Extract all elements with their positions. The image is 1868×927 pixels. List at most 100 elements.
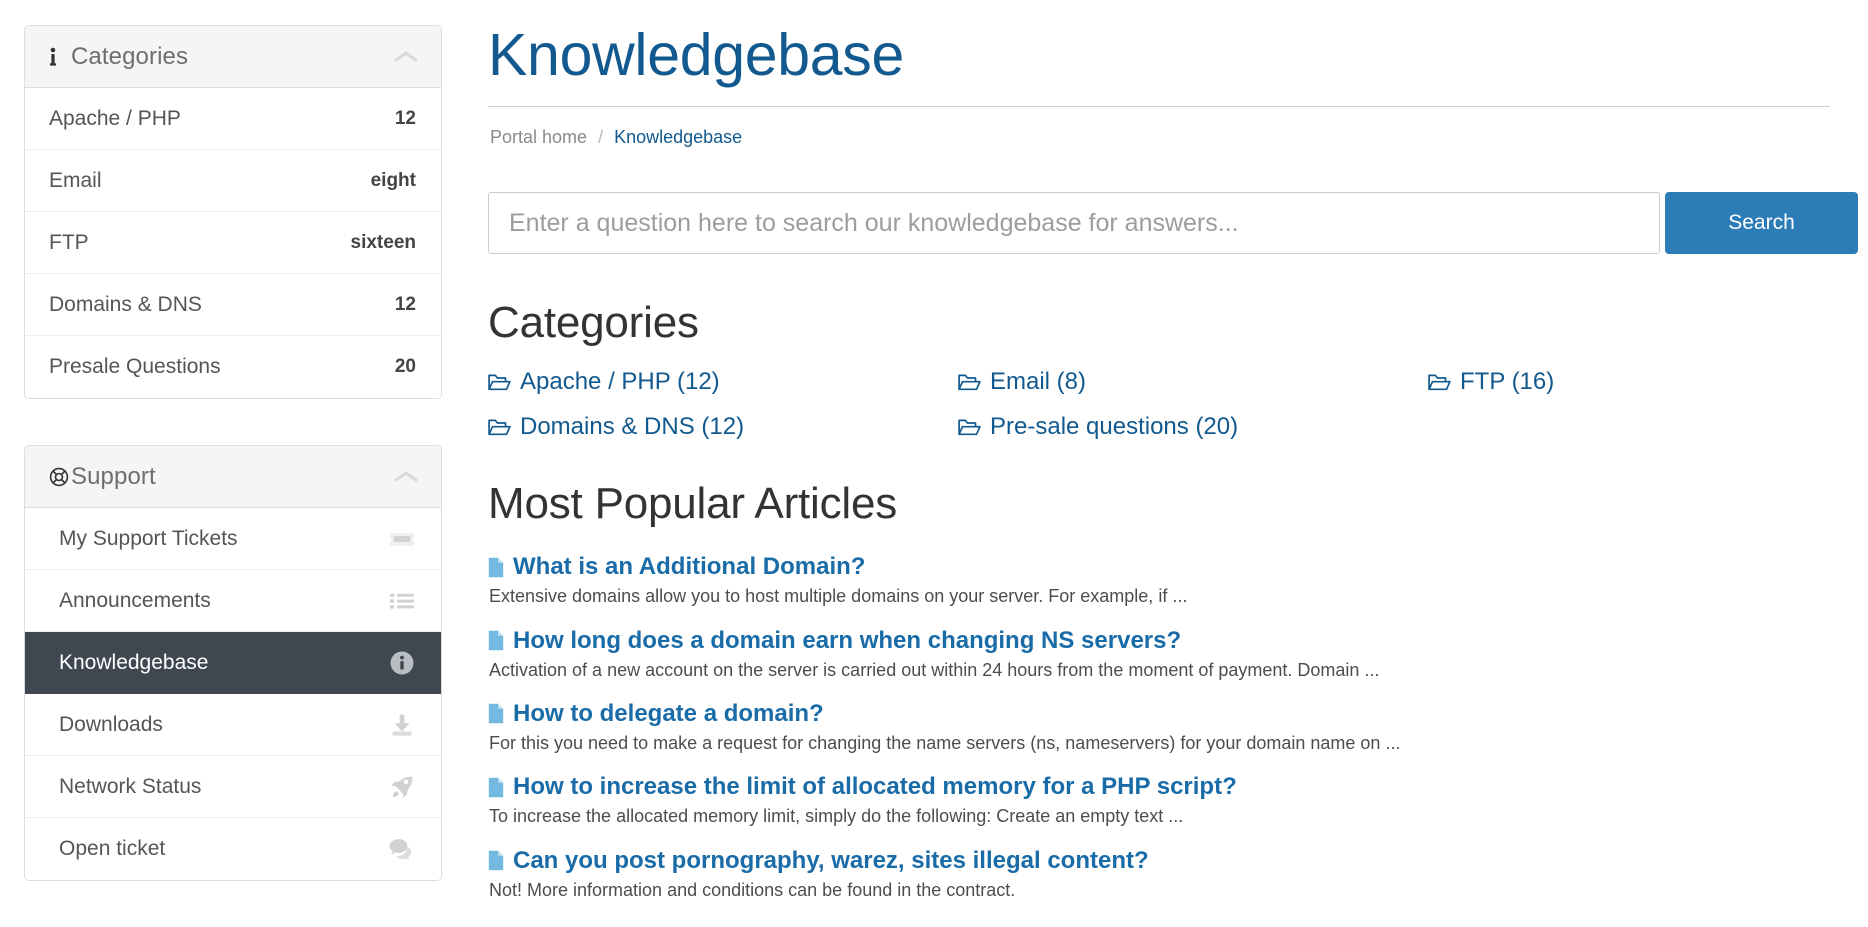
download-icon <box>387 712 417 738</box>
category-link-pre-sale-questions[interactable]: Pre-sale questions (20) <box>958 413 1428 441</box>
category-link-label: Domains & DNS (12) <box>520 413 745 441</box>
info-icon <box>49 47 71 67</box>
category-count: 12 <box>394 107 416 129</box>
categories-panel: Categories Apache / PHP 12 Email eight F… <box>24 25 442 399</box>
ticket-icon <box>387 526 417 552</box>
category-label: Email <box>49 168 102 192</box>
info-circle-icon <box>387 650 417 676</box>
folder-open-icon <box>958 373 981 392</box>
article-item: What is an Additional Domain? Extensive … <box>488 553 1830 608</box>
category-link-ftp[interactable]: FTP (16) <box>1428 368 1830 396</box>
chevron-up-icon[interactable] <box>393 469 419 485</box>
sidebar-item-label: Knowledgebase <box>59 650 209 674</box>
article-excerpt: To increase the allocated memory limit, … <box>489 806 1184 827</box>
popular-articles-title: Most Popular Articles <box>488 479 898 529</box>
article-title: How to increase the limit of allocated m… <box>513 773 1237 801</box>
categories-panel-header[interactable]: Categories <box>25 26 441 88</box>
article-title: How to delegate a domain? <box>513 699 824 727</box>
sidebar-item-label: Downloads <box>59 712 163 736</box>
article-title: Can you post pornography, warez, sites i… <box>513 846 1149 874</box>
search-button[interactable]: Search <box>1665 192 1858 255</box>
category-link-label: Email (8) <box>990 368 1087 396</box>
categories-link-grid: Apache / PHP (12) Email (8) FTP (16) Dom… <box>488 368 1830 441</box>
category-row-apache-php[interactable]: Apache / PHP 12 <box>25 88 441 150</box>
article-item: How to delegate a domain? For this you n… <box>488 700 1830 755</box>
category-count: 12 <box>394 293 416 315</box>
categories-section-title: Categories <box>488 298 699 348</box>
sidebar-item-open-ticket[interactable]: Open ticket <box>25 818 441 880</box>
page-title: Knowledgebase <box>488 24 1830 108</box>
folder-open-icon <box>488 418 511 437</box>
page-container: Categories Apache / PHP 12 Email eight F… <box>0 0 1868 927</box>
sidebar-item-announcements[interactable]: Announcements <box>25 570 441 632</box>
article-excerpt: For this you need to make a request for … <box>489 732 1401 753</box>
main-content: Knowledgebase Portal home / Knowledgebas… <box>442 24 1858 920</box>
article-link[interactable]: How to delegate a domain? <box>488 700 1830 728</box>
article-excerpt: Activation of a new account on the serve… <box>489 659 1380 680</box>
sidebar-item-my-support-tickets[interactable]: My Support Tickets <box>25 508 441 570</box>
comments-icon <box>387 836 417 862</box>
breadcrumb-current[interactable]: Knowledgebase <box>614 127 742 148</box>
category-label: FTP <box>49 230 89 254</box>
sidebar-item-network-status[interactable]: Network Status <box>25 756 441 818</box>
breadcrumb-home[interactable]: Portal home <box>490 127 587 148</box>
file-icon <box>488 850 504 871</box>
life-ring-icon <box>49 467 71 487</box>
sidebar-item-label: My Support Tickets <box>59 526 238 550</box>
article-item: Can you post pornography, warez, sites i… <box>488 847 1830 902</box>
category-label: Apache / PHP <box>49 106 181 130</box>
folder-open-icon <box>958 418 981 437</box>
sidebar-item-label: Announcements <box>59 588 211 612</box>
search-bar: Search <box>488 192 1858 255</box>
category-link-label: Pre-sale questions (20) <box>990 413 1239 441</box>
category-row-ftp[interactable]: FTP sixteen <box>25 212 441 274</box>
category-count: 20 <box>394 356 416 377</box>
sidebar-item-label: Network Status <box>59 774 202 798</box>
file-icon <box>488 630 504 651</box>
folder-open-icon <box>488 373 511 392</box>
article-excerpt: Extensive domains allow you to host mult… <box>489 586 1188 607</box>
category-link-domains-dns[interactable]: Domains & DNS (12) <box>488 413 958 441</box>
popular-articles-list: What is an Additional Domain? Extensive … <box>488 553 1830 901</box>
category-count: sixteen <box>350 231 416 253</box>
category-label: Presale Questions <box>49 355 221 378</box>
category-link-email[interactable]: Email (8) <box>958 368 1428 396</box>
categories-panel-title: Categories <box>71 42 189 70</box>
article-link[interactable]: How to increase the limit of allocated m… <box>488 773 1830 801</box>
file-icon <box>488 777 504 798</box>
sidebar: Categories Apache / PHP 12 Email eight F… <box>24 25 442 927</box>
support-panel: Support My Support Tickets Announcements… <box>24 445 442 881</box>
article-item: How long does a domain earn when changin… <box>488 627 1830 682</box>
search-input[interactable] <box>488 192 1660 255</box>
article-item: How to increase the limit of allocated m… <box>488 773 1830 828</box>
support-panel-title: Support <box>71 462 156 490</box>
article-link[interactable]: Can you post pornography, warez, sites i… <box>488 847 1830 875</box>
support-nav-list: My Support Tickets Announcements Knowled… <box>25 508 441 880</box>
category-link-apache-php[interactable]: Apache / PHP (12) <box>488 368 958 396</box>
sidebar-item-label: Open ticket <box>59 837 166 860</box>
chevron-up-icon[interactable] <box>393 49 419 65</box>
article-link[interactable]: What is an Additional Domain? <box>488 553 1830 581</box>
breadcrumb: Portal home / Knowledgebase <box>490 127 1830 148</box>
list-icon <box>387 588 417 614</box>
category-row-domains-dns[interactable]: Domains & DNS 12 <box>25 274 441 336</box>
article-title: What is an Additional Domain? <box>513 553 866 581</box>
file-icon <box>488 703 504 724</box>
categories-list: Apache / PHP 12 Email eight FTP sixteen … <box>25 88 441 398</box>
article-excerpt: Not! More information and conditions can… <box>489 879 1016 900</box>
rocket-icon <box>387 774 417 800</box>
sidebar-item-knowledgebase[interactable]: Knowledgebase <box>25 632 441 694</box>
category-row-email[interactable]: Email eight <box>25 150 441 212</box>
category-link-label: Apache / PHP (12) <box>520 368 720 396</box>
article-title: How long does a domain earn when changin… <box>513 626 1182 654</box>
support-panel-header[interactable]: Support <box>25 446 441 508</box>
category-link-label: FTP (16) <box>1460 368 1555 396</box>
category-row-presale-questions[interactable]: Presale Questions 20 <box>25 336 441 398</box>
breadcrumb-separator: / <box>598 127 604 148</box>
category-label: Domains & DNS <box>49 292 202 316</box>
folder-open-icon <box>1428 373 1451 392</box>
sidebar-item-downloads[interactable]: Downloads <box>25 694 441 756</box>
category-count: eight <box>370 169 416 191</box>
article-link[interactable]: How long does a domain earn when changin… <box>488 627 1830 655</box>
file-icon <box>488 557 504 578</box>
